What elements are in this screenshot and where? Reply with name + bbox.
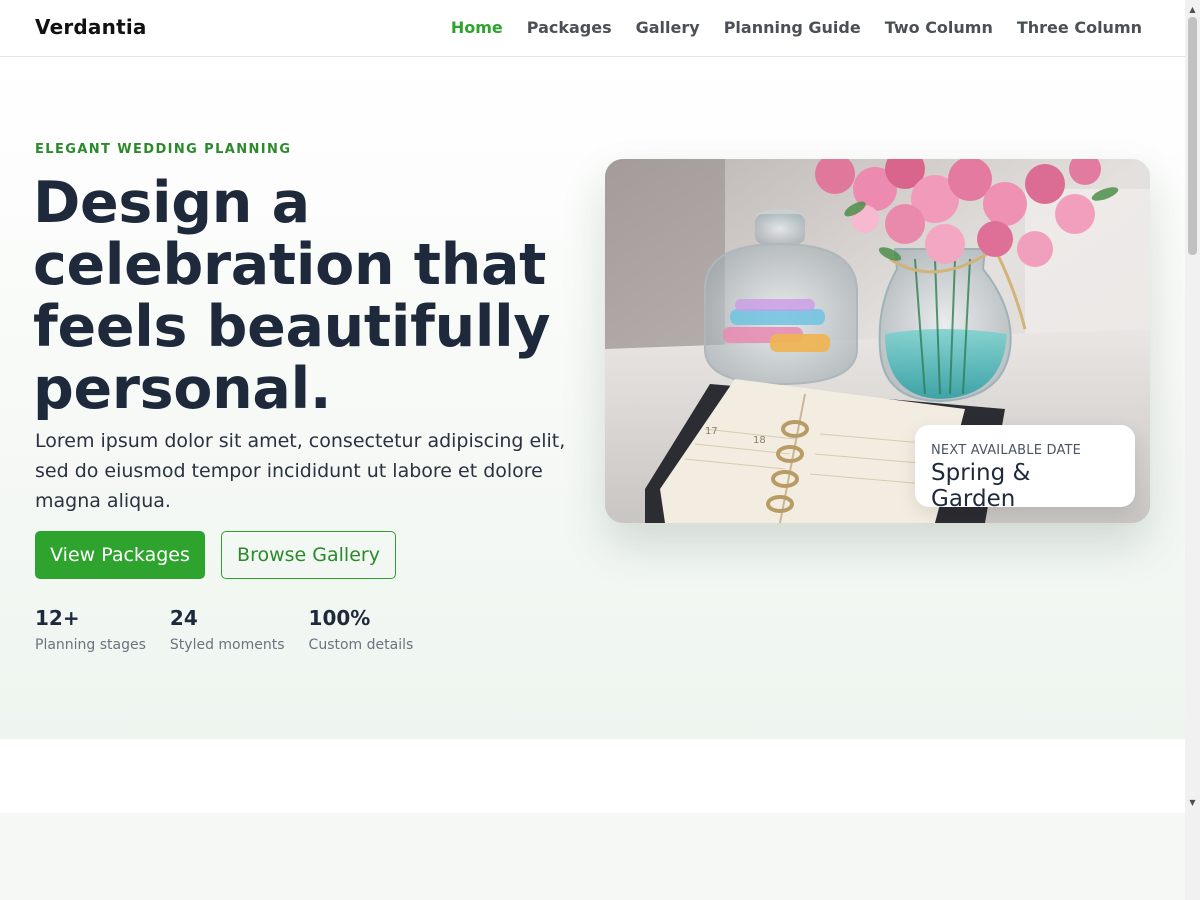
next-date-badge: NEXT AVAILABLE DATE Spring & Garden — [915, 425, 1135, 512]
main-nav: Home Packages Gallery Planning Guide Two… — [451, 18, 1142, 37]
badge-caption: NEXT AVAILABLE DATE — [931, 443, 1082, 458]
nav-item-planning-guide[interactable]: Planning Guide — [724, 18, 861, 37]
stat-label: Planning stages — [35, 637, 146, 653]
scroll-up-icon[interactable]: ▲ — [1185, 2, 1200, 17]
hero-headline: Design a celebration that feels beautifu… — [33, 170, 551, 422]
svg-text:18: 18 — [753, 435, 766, 446]
svg-text:17: 17 — [705, 426, 718, 437]
content-section — [0, 739, 1185, 813]
brand-logo[interactable]: Verdantia — [35, 15, 147, 39]
stat-value: 12+ — [35, 606, 80, 630]
hero-lead-text: Lorem ipsum dolor sit amet, consectetur … — [35, 430, 566, 512]
view-packages-button[interactable]: View Packages — [35, 531, 205, 579]
badge-value: Spring & Garden — [931, 460, 1031, 512]
nav-item-three-column[interactable]: Three Column — [1017, 18, 1142, 37]
stat-value: 24 — [169, 606, 198, 630]
scroll-down-icon[interactable]: ▼ — [1185, 795, 1200, 810]
stat-styled-moments: 24 Styled moments — [170, 606, 285, 653]
content-section-alt — [0, 813, 1185, 900]
scroll-thumb[interactable] — [1188, 17, 1197, 255]
nav-item-gallery[interactable]: Gallery — [636, 18, 700, 37]
nav-item-two-column[interactable]: Two Column — [885, 18, 993, 37]
top-navbar: Verdantia Home Packages Gallery Planning… — [0, 0, 1185, 57]
stat-label: Custom details — [308, 637, 414, 653]
stat-value: 100% — [308, 606, 371, 630]
stat-custom-details: 100% Custom details — [309, 606, 414, 653]
stat-label: Styled moments — [169, 637, 285, 653]
stat-planning-stages: 12+ Planning stages — [35, 606, 146, 653]
nav-item-home[interactable]: Home — [451, 18, 503, 37]
page-scrollbar[interactable]: ▲ ▼ — [1185, 0, 1200, 900]
browse-gallery-button[interactable]: Browse Gallery — [221, 531, 396, 579]
hero-stats: 12+ Planning stages 24 Styled moments 10… — [35, 606, 413, 653]
nav-item-packages[interactable]: Packages — [527, 18, 612, 37]
hero-eyebrow: ELEGANT WEDDING PLANNING — [35, 142, 292, 157]
